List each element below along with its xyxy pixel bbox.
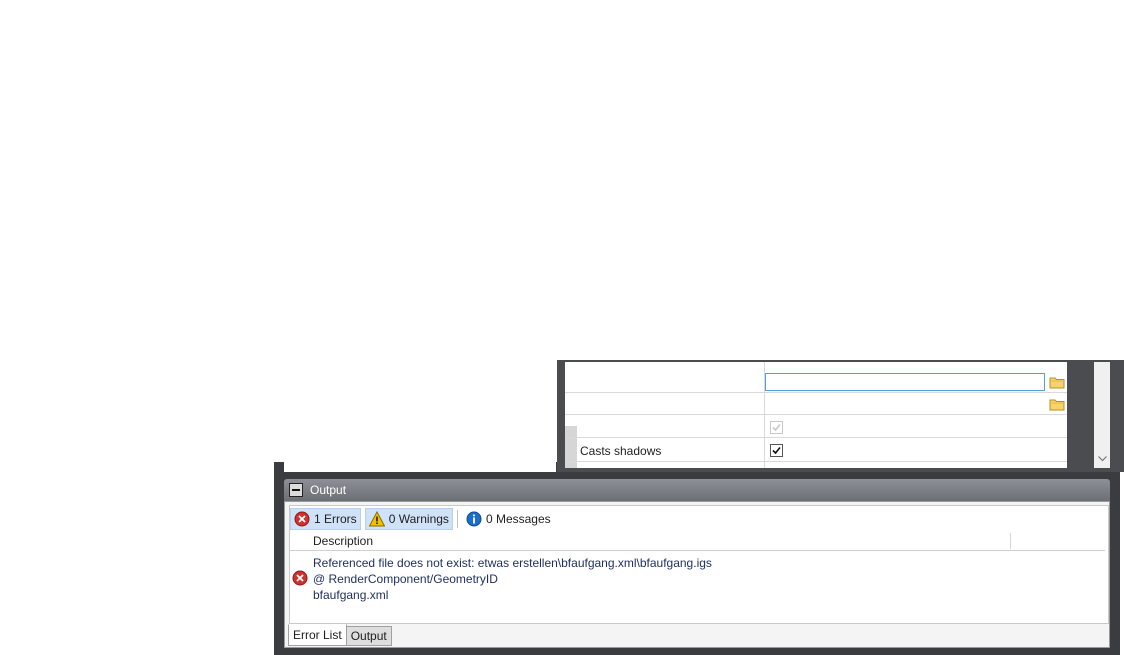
check-icon [772, 446, 781, 455]
description-column-header[interactable]: Description [313, 534, 373, 548]
error-file: bfaufgang.xml [313, 588, 389, 602]
errors-filter-button[interactable]: 1 Errors [290, 508, 361, 530]
warning-icon [368, 511, 385, 527]
folder-icon [1049, 377, 1065, 388]
error-icon [294, 511, 310, 527]
output-header: Output [284, 479, 1110, 501]
chevron-down-icon [1097, 456, 1107, 462]
error-description: Referenced file does not exist: etwas er… [313, 556, 712, 570]
error-icon [292, 570, 308, 586]
collapse-icon [292, 489, 300, 491]
warnings-filter-button[interactable]: 0 Warnings [364, 508, 453, 530]
casts-shadows-checkbox[interactable] [770, 444, 783, 457]
geometry-path-input[interactable] [765, 373, 1045, 391]
property-row-divider [565, 437, 1067, 438]
property-checkbox[interactable] [770, 421, 783, 434]
scroll-down-button[interactable] [1096, 452, 1108, 466]
casts-shadows-label: Casts shadows [580, 444, 662, 458]
output-tabs: Error List Output [288, 624, 392, 646]
filter-separator [456, 510, 458, 528]
column-divider[interactable] [1010, 533, 1011, 549]
error-filter-bar: 1 Errors 0 Warnings 0 Messages [290, 508, 559, 530]
warnings-filter-label: 0 Warnings [388, 512, 449, 526]
property-row-divider [565, 392, 1067, 393]
tab-output[interactable]: Output [345, 626, 392, 646]
info-icon [466, 511, 482, 527]
errors-filter-label: 1 Errors [314, 512, 357, 526]
collapse-button[interactable] [289, 483, 303, 497]
property-row-divider [565, 414, 1067, 415]
messages-filter-button[interactable]: 0 Messages [462, 508, 555, 530]
browse-button[interactable] [1048, 374, 1066, 390]
left-panel [284, 362, 556, 472]
messages-filter-label: 0 Messages [485, 512, 551, 526]
error-row[interactable]: Referenced file does not exist: etwas er… [290, 554, 1105, 604]
error-list-header: Description [290, 531, 1105, 551]
error-location: @ RenderComponent/GeometryID [313, 572, 498, 586]
output-title: Output [310, 483, 347, 497]
folder-icon [1049, 399, 1065, 410]
tab-error-list[interactable]: Error List [288, 624, 347, 646]
browse-button[interactable] [1048, 396, 1066, 412]
property-row-divider [565, 461, 1067, 462]
check-icon [772, 423, 781, 432]
